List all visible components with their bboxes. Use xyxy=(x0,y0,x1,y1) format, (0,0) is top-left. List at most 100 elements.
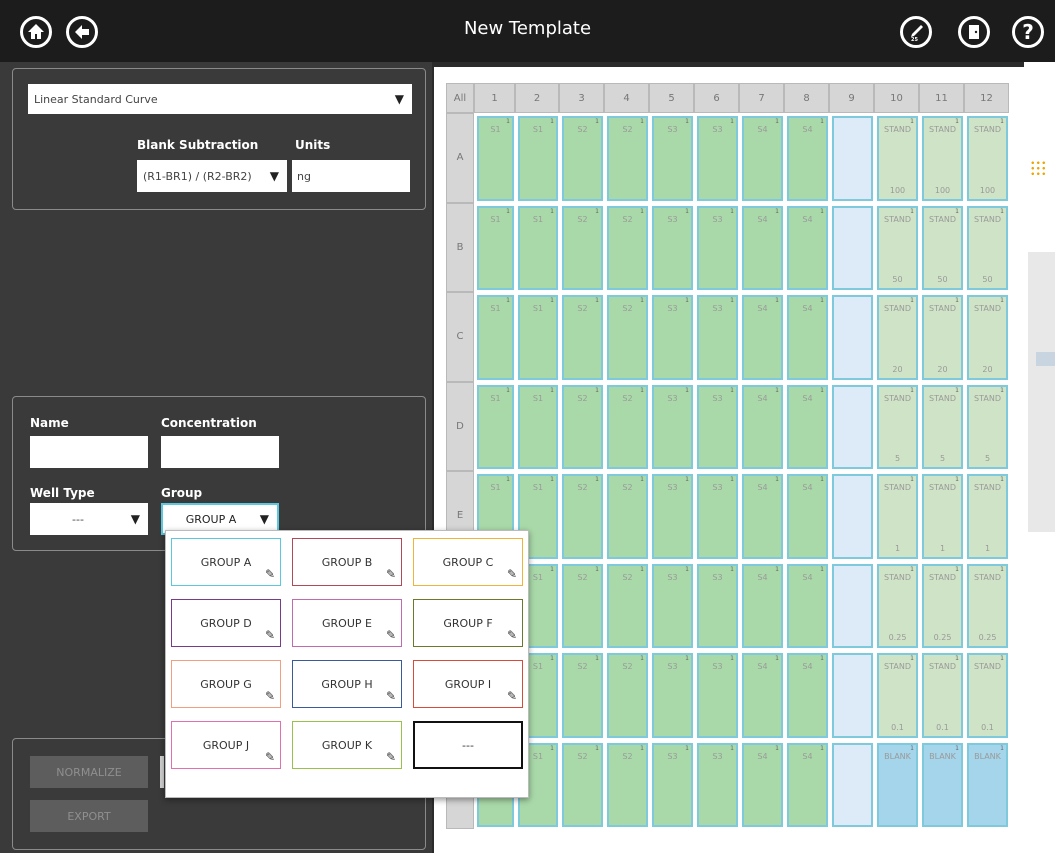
column-header[interactable]: 3 xyxy=(559,83,604,113)
plate-well[interactable]: BLANK 1 xyxy=(967,742,1008,827)
plate-well[interactable]: STAND 1 0.1 xyxy=(877,653,918,738)
plate-well[interactable] xyxy=(832,563,873,648)
pencil-edit-icon[interactable]: ✎ xyxy=(386,689,396,703)
column-header[interactable]: 4 xyxy=(604,83,649,113)
units-input[interactable]: ng xyxy=(292,160,410,192)
column-header[interactable]: 5 xyxy=(649,83,694,113)
row-header[interactable]: C xyxy=(446,292,474,382)
plate-well[interactable]: S3 1 xyxy=(697,116,738,201)
plate-well[interactable]: S1 1 xyxy=(477,116,514,201)
plate-well[interactable]: S2 1 xyxy=(607,295,648,380)
group-option[interactable]: GROUP I ✎ xyxy=(413,660,523,708)
group-option[interactable]: GROUP K ✎ xyxy=(292,721,402,769)
plate-well[interactable]: STAND 1 0.25 xyxy=(877,563,918,648)
export-button[interactable]: EXPORT xyxy=(30,800,148,832)
row-header[interactable]: D xyxy=(446,381,474,471)
plate-well[interactable]: S1 1 xyxy=(518,384,558,469)
curve-type-select[interactable]: Linear Standard Curve ▼ xyxy=(28,84,412,114)
plate-well[interactable]: S1 1 xyxy=(518,295,558,380)
plate-well[interactable]: S2 1 xyxy=(562,563,603,648)
plate-well[interactable]: S2 1 xyxy=(562,653,603,738)
grid-view-icon[interactable] xyxy=(1030,160,1046,176)
plate-well[interactable] xyxy=(832,653,873,738)
plate-well[interactable] xyxy=(832,742,873,827)
pencil-edit-icon[interactable]: ✎ xyxy=(265,750,275,764)
name-input[interactable] xyxy=(30,436,148,468)
pencil-edit-icon[interactable]: ✎ xyxy=(265,689,275,703)
normalize-button[interactable]: NORMALIZE xyxy=(30,756,148,788)
plate-well[interactable]: STAND 1 50 xyxy=(922,205,963,290)
plate-well[interactable]: S3 1 xyxy=(652,563,693,648)
group-option[interactable]: GROUP G ✎ xyxy=(171,660,281,708)
plate-well[interactable]: S3 1 xyxy=(697,653,738,738)
plate-well[interactable]: S4 1 xyxy=(787,742,828,827)
plate-well[interactable]: S2 1 xyxy=(562,384,603,469)
group-option[interactable]: GROUP A ✎ xyxy=(171,538,281,586)
plate-well[interactable]: S4 1 xyxy=(787,116,828,201)
pencil-edit-icon[interactable]: ✎ xyxy=(386,628,396,642)
group-option[interactable]: --- xyxy=(413,721,523,769)
column-header[interactable]: 8 xyxy=(784,83,829,113)
plate-well[interactable]: S1 1 xyxy=(477,205,514,290)
plate-well[interactable]: S2 1 xyxy=(562,205,603,290)
plate-well[interactable]: BLANK 1 xyxy=(877,742,918,827)
plate-well[interactable]: STAND 1 0.25 xyxy=(967,563,1008,648)
plate-well[interactable]: S3 1 xyxy=(652,295,693,380)
side-handle[interactable] xyxy=(1036,352,1055,366)
well-type-select[interactable]: --- ▼ xyxy=(30,503,148,535)
plate-well[interactable]: STAND 1 5 xyxy=(877,384,918,469)
plate-well[interactable]: S4 1 xyxy=(742,742,783,827)
column-header[interactable]: 1 xyxy=(474,83,515,113)
column-header[interactable]: 9 xyxy=(829,83,874,113)
plate-well[interactable]: STAND 1 0.1 xyxy=(967,653,1008,738)
select-all-button[interactable]: All xyxy=(446,83,474,113)
plate-well[interactable]: S3 1 xyxy=(652,205,693,290)
plate-well[interactable]: S3 1 xyxy=(697,742,738,827)
plate-well[interactable]: STAND 1 50 xyxy=(877,205,918,290)
plate-well[interactable]: S2 1 xyxy=(607,653,648,738)
group-option[interactable]: GROUP C ✎ xyxy=(413,538,523,586)
group-option[interactable]: GROUP E ✎ xyxy=(292,599,402,647)
plate-well[interactable]: S4 1 xyxy=(742,384,783,469)
plate-well[interactable] xyxy=(832,384,873,469)
pencil-edit-icon[interactable]: ✎ xyxy=(265,628,275,642)
plate-well[interactable]: STAND 1 20 xyxy=(922,295,963,380)
plate-well[interactable]: S3 1 xyxy=(697,295,738,380)
plate-well[interactable]: S1 1 xyxy=(518,205,558,290)
plate-well[interactable]: S3 1 xyxy=(697,563,738,648)
pencil-edit-icon[interactable]: ✎ xyxy=(507,689,517,703)
plate-well[interactable]: S3 1 xyxy=(652,116,693,201)
plate-well[interactable]: S1 1 xyxy=(477,295,514,380)
plate-well[interactable]: S4 1 xyxy=(787,563,828,648)
plate-well[interactable]: S3 1 xyxy=(697,384,738,469)
plate-well[interactable]: STAND 1 100 xyxy=(877,116,918,201)
plate-well[interactable]: STAND 1 100 xyxy=(922,116,963,201)
plate-well[interactable]: S4 1 xyxy=(742,205,783,290)
group-option[interactable]: GROUP H ✎ xyxy=(292,660,402,708)
plate-well[interactable]: S4 1 xyxy=(742,295,783,380)
plate-well[interactable]: S3 1 xyxy=(652,474,693,559)
plate-well[interactable]: S2 1 xyxy=(607,563,648,648)
help-icon[interactable]: ? xyxy=(1012,16,1044,48)
column-header[interactable]: 2 xyxy=(515,83,559,113)
pencil-edit-icon[interactable]: ✎ xyxy=(386,750,396,764)
blank-subtraction-select[interactable]: (R1-BR1) / (R2-BR2) ▼ xyxy=(137,160,287,192)
plate-well[interactable]: S4 1 xyxy=(787,295,828,380)
plate-well[interactable]: S4 1 xyxy=(787,653,828,738)
plate-well[interactable]: S2 1 xyxy=(562,295,603,380)
plate-well[interactable] xyxy=(832,116,873,201)
plate-well[interactable]: STAND 1 50 xyxy=(967,205,1008,290)
group-option[interactable]: GROUP D ✎ xyxy=(171,599,281,647)
group-option[interactable]: GROUP J ✎ xyxy=(171,721,281,769)
plate-well[interactable]: S3 1 xyxy=(697,474,738,559)
plate-well[interactable] xyxy=(832,295,873,380)
exit-door-icon[interactable] xyxy=(958,16,990,48)
plate-well[interactable]: STAND 1 0.1 xyxy=(922,653,963,738)
plate-well[interactable]: S2 1 xyxy=(607,474,648,559)
row-header[interactable]: A xyxy=(446,113,474,203)
plate-well[interactable]: S4 1 xyxy=(787,384,828,469)
plate-well[interactable]: S2 1 xyxy=(607,384,648,469)
column-header[interactable]: 6 xyxy=(694,83,739,113)
plate-well[interactable]: S4 1 xyxy=(742,474,783,559)
plate-well[interactable]: S1 1 xyxy=(477,384,514,469)
